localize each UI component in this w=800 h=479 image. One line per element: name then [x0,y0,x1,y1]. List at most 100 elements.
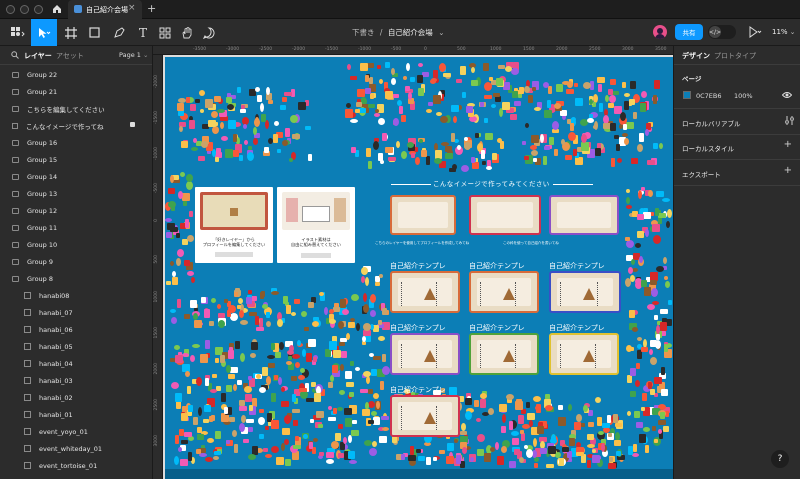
new-tab-button[interactable]: + [147,2,156,15]
layer-name: Group 14 [27,172,58,181]
lock-icon[interactable] [130,122,135,127]
pixel-sprite [349,361,354,367]
present-button[interactable] [748,26,762,38]
layer-row[interactable]: こちらを編集してください [0,100,152,117]
pen-tool-icon[interactable] [108,19,130,46]
pixel-sprite [506,393,515,400]
move-tool-button[interactable] [31,19,57,46]
hand-tool-icon[interactable] [176,19,198,46]
zoom-level[interactable]: 11% ⌄ [772,28,795,36]
canvas[interactable]: 「好きレイヤー」から プロフィールを編集してください イラスト素材は 自由に組み… [163,55,673,479]
page-color-hex[interactable]: 0C7EB6 [696,92,722,100]
pixel-sprite [514,100,522,106]
layer-row[interactable]: hanabi_03 [0,372,152,389]
template-card[interactable] [390,271,460,313]
layer-row[interactable]: hanabi08 [0,287,152,304]
dev-mode-toggle[interactable]: </> [708,25,736,39]
pixel-sprite [323,306,328,315]
pixel-sprite [278,377,283,386]
layer-row[interactable]: Group 13 [0,185,152,202]
example-card[interactable] [549,195,619,235]
share-button[interactable]: 共有 [675,24,703,40]
layer-row[interactable]: hanabi_07 [0,304,152,321]
frame-tool-icon[interactable] [60,19,82,46]
pixel-sprite [452,115,457,123]
resources-icon[interactable] [154,19,176,46]
variables-settings-icon[interactable] [785,116,794,125]
layer-row[interactable]: Group 10 [0,236,152,253]
chevron-down-icon[interactable]: ⌄ [438,28,444,37]
help-button[interactable]: ? [771,450,789,468]
template-card[interactable] [390,333,460,375]
breadcrumb-drafts[interactable]: 下書き [352,28,375,37]
main-menu-icon[interactable] [6,19,30,46]
layer-row[interactable]: event_whiteday_01 [0,440,152,457]
pixel-sprite [450,133,455,143]
example-card[interactable] [390,195,456,235]
pixel-sprite [625,204,632,209]
file-tab[interactable]: 自己紹介会場 × [68,0,142,19]
layer-row[interactable]: hanabi_02 [0,389,152,406]
layer-row[interactable]: Group 22 [0,66,152,83]
layer-row[interactable]: hanabi_06 [0,321,152,338]
guide-card-edit[interactable]: 「好きレイヤー」から プロフィールを編集してください [195,187,273,263]
eye-icon[interactable] [781,91,793,99]
pixel-sprite [595,148,602,157]
tab-prototype[interactable]: プロトタイプ [714,51,756,61]
ruler-tick-label: -3500 [193,47,207,52]
layer-row[interactable]: Group 8 [0,270,152,287]
layer-row[interactable]: Group 9 [0,253,152,270]
tab-close-icon[interactable]: × [128,3,136,13]
tab-assets[interactable]: アセット [56,51,84,61]
pixel-sprite [628,267,634,275]
window-zoom-button[interactable] [34,5,43,14]
template-card[interactable] [469,333,539,375]
example-card[interactable] [469,195,541,235]
template-card[interactable] [549,271,621,313]
comment-tool-icon[interactable] [198,19,220,46]
template-card[interactable] [390,395,460,437]
pixel-sprite [234,291,239,297]
search-icon[interactable] [11,51,19,59]
pixel-sprite [473,399,479,407]
window-minimize-button[interactable] [20,5,29,14]
shape-tool-icon[interactable] [84,19,106,46]
pixel-sprite [265,453,273,458]
page-color-swatch[interactable] [683,91,691,99]
text-tool-icon[interactable]: T [132,19,154,46]
template-card[interactable] [469,271,539,313]
layer-row[interactable]: hanabi_05 [0,338,152,355]
add-export-icon[interactable]: + [784,165,792,176]
page-color-opacity[interactable]: 100% [734,92,753,100]
layer-row[interactable]: event_top_01 [0,474,152,479]
avatar[interactable] [653,25,667,39]
pixel-sprite [347,450,355,459]
layer-row[interactable]: event_tortoise_01 [0,457,152,474]
pixel-sprite [194,320,203,329]
layer-row[interactable]: Group 16 [0,134,152,151]
layer-row[interactable]: こんなイメージで作ってね [0,117,152,134]
add-style-icon[interactable]: + [784,139,792,150]
template-card[interactable] [549,333,619,375]
layer-row[interactable]: Group 14 [0,168,152,185]
layer-row[interactable]: event_yoyo_01 [0,423,152,440]
pixel-sprite [190,103,197,111]
pixel-sprite [217,303,222,309]
tab-design[interactable]: デザイン [682,51,710,61]
layer-row[interactable]: Group 15 [0,151,152,168]
tab-layers[interactable]: レイヤー [24,51,52,61]
home-icon[interactable] [52,4,62,14]
layer-row[interactable]: Group 12 [0,202,152,219]
layer-row[interactable]: Group 11 [0,219,152,236]
pixel-sprite [379,435,387,443]
window-close-button[interactable] [6,5,15,14]
layer-row[interactable]: Group 21 [0,83,152,100]
file-name[interactable]: 自己紹介会場 [388,28,433,37]
pixel-sprite [484,132,493,140]
pixel-sprite [442,73,451,78]
pixel-sprite [421,149,428,157]
page-selector[interactable]: Page 1 ⌄ [119,51,148,59]
guide-card-illust[interactable]: イラスト素材は 自由に組み替えてください [277,187,355,263]
layer-row[interactable]: hanabi_04 [0,355,152,372]
layer-row[interactable]: hanabi_01 [0,406,152,423]
